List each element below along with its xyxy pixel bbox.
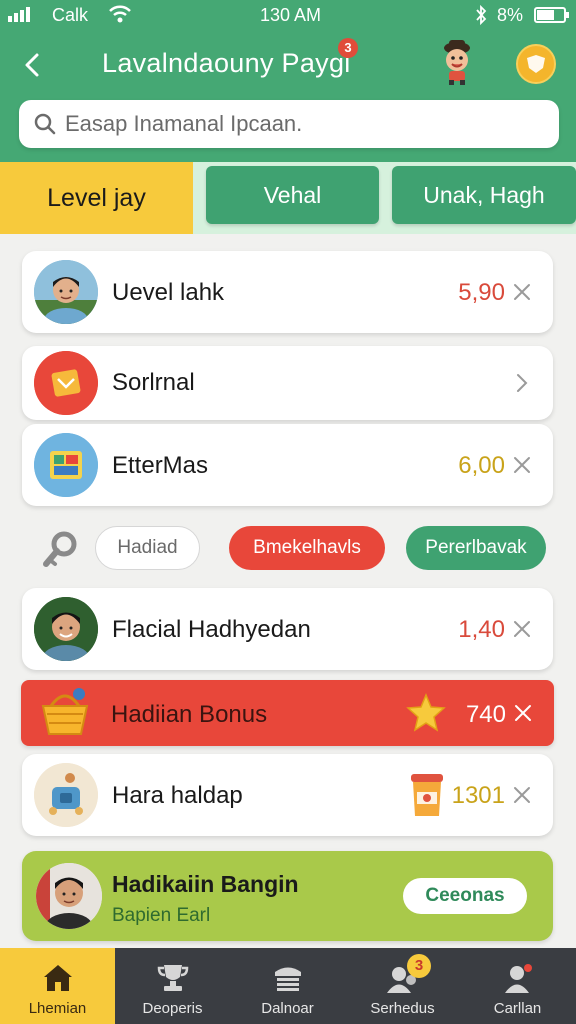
store-icon [275, 967, 301, 991]
chip-label: Pererlbavak [425, 537, 527, 558]
tab-level[interactable]: Level jay [0, 162, 193, 234]
nav-item-carllan[interactable]: Carllan [460, 948, 575, 1024]
close-icon[interactable] [511, 784, 533, 806]
jar-icon [411, 774, 443, 816]
list-item-bonus[interactable]: Hadiian Bonus 740 [21, 680, 554, 746]
close-icon[interactable] [511, 454, 533, 476]
list-item-label: Sorlrnal [112, 369, 195, 396]
nav-item-label: Lhemian [28, 1000, 87, 1017]
mascot-avatar-icon[interactable] [437, 38, 477, 86]
wifi-icon [109, 5, 131, 23]
nav-badge: 3 [407, 954, 431, 978]
shield-icon [527, 55, 545, 73]
tab-vehal-label: Vehal [263, 181, 322, 208]
tab-unak-label: Unak, Hagh [423, 181, 545, 208]
list-item-ettermas[interactable]: EtterMas 6,00 [22, 424, 553, 506]
nav-item-deoperis[interactable]: Deoperis [115, 948, 230, 1024]
nav-item-label: Dalnoar [261, 1000, 314, 1017]
close-icon[interactable] [511, 281, 533, 303]
chevron-right-icon[interactable] [511, 372, 533, 394]
nav-item-label: Carllan [493, 1000, 542, 1017]
toy-icon [34, 763, 98, 827]
chip-pererl[interactable]: Pererlbavak [406, 526, 546, 570]
list-item-label: Uevel lahk [112, 279, 225, 306]
list-item-value: 740 [465, 701, 506, 728]
list-item-sorlrnal[interactable]: Sorlrnal [22, 346, 553, 420]
search-icon [34, 113, 56, 135]
avatar [36, 863, 102, 929]
chip-label: Bmekelhavls [253, 537, 361, 558]
back-arrow-icon[interactable] [18, 50, 48, 80]
game-board-icon [34, 433, 98, 497]
list-item-uevel[interactable]: Uevel lahk 5,90 [22, 251, 553, 333]
list-item-hara[interactable]: Hara haldap 1301 [22, 754, 553, 836]
app-header: Calk 130 AM 8% Lavalndaouny Paygi 3 [0, 0, 576, 162]
tab-vehal[interactable]: Vehal [206, 166, 379, 224]
list-item-value: 1,40 [458, 616, 505, 643]
search-input[interactable] [65, 108, 545, 140]
notification-badge: 3 [338, 38, 358, 58]
chip-label: Hadiad [117, 537, 178, 558]
list-item-label: Flacial Hadhyedan [112, 616, 311, 643]
star-icon [406, 693, 446, 732]
bottom-nav: Lhemian Deoperis Dalnoar 3 Serhedus Carl… [0, 948, 576, 1024]
close-icon[interactable] [512, 702, 534, 724]
tab-level-label: Level jay [47, 183, 146, 212]
list-item-value: 6,00 [458, 452, 505, 479]
list-item-label: EtterMas [112, 452, 209, 479]
nav-item-serhedus[interactable]: 3 Serhedus [345, 948, 460, 1024]
tab-unak[interactable]: Unak, Hagh [392, 166, 576, 224]
chip-hadiad[interactable]: Hadiad [95, 526, 200, 570]
home-icon [44, 965, 72, 991]
promo-subtitle: Bapien Earl [112, 905, 211, 926]
avatar [34, 597, 98, 661]
signal-icon [8, 7, 30, 22]
promo-button[interactable]: Ceeonas [403, 878, 527, 914]
nav-item-home[interactable]: Lhemian [0, 948, 115, 1024]
battery-percent: 8% [497, 5, 524, 25]
battery-icon [534, 7, 569, 23]
tab-bar: Level jay Vehal Unak, Hagh [0, 162, 576, 234]
list-item-label: Hadiian Bonus [111, 701, 268, 728]
close-icon[interactable] [511, 618, 533, 640]
nav-item-label: Deoperis [142, 1000, 203, 1017]
promo-banner[interactable]: Hadikaiin Bangin Bapien Earl Ceeonas [22, 851, 553, 941]
nav-item-label: Serhedus [370, 1000, 435, 1017]
nav-item-dalnoar[interactable]: Dalnoar [230, 948, 345, 1024]
list-item-value: 5,90 [458, 279, 505, 306]
gift-basket-icon [41, 688, 89, 735]
list-item-flacial[interactable]: Flacial Hadhyedan 1,40 [22, 588, 553, 670]
promo-title: Hadikaiin Bangin [112, 871, 299, 897]
chip-bmekel[interactable]: Bmekelhavls [229, 526, 385, 570]
key-icon[interactable] [38, 528, 82, 572]
avatar [34, 260, 98, 324]
search-bar[interactable] [19, 100, 559, 148]
trophy-icon [157, 965, 189, 991]
status-bar: Calk 130 AM 8% [0, 0, 576, 32]
status-time: 130 AM [260, 5, 322, 25]
carrier-name: Calk [52, 5, 89, 25]
folder-icon [34, 351, 98, 415]
list-item-label: Hara haldap [112, 782, 243, 809]
page-title: Lavalndaouny Paygi [102, 48, 351, 78]
promo-button-label: Ceeonas [425, 885, 505, 906]
coin-button[interactable] [516, 44, 556, 84]
bluetooth-icon [476, 4, 487, 26]
profile-icon [505, 964, 532, 993]
list-item-value: 1301 [451, 782, 505, 809]
